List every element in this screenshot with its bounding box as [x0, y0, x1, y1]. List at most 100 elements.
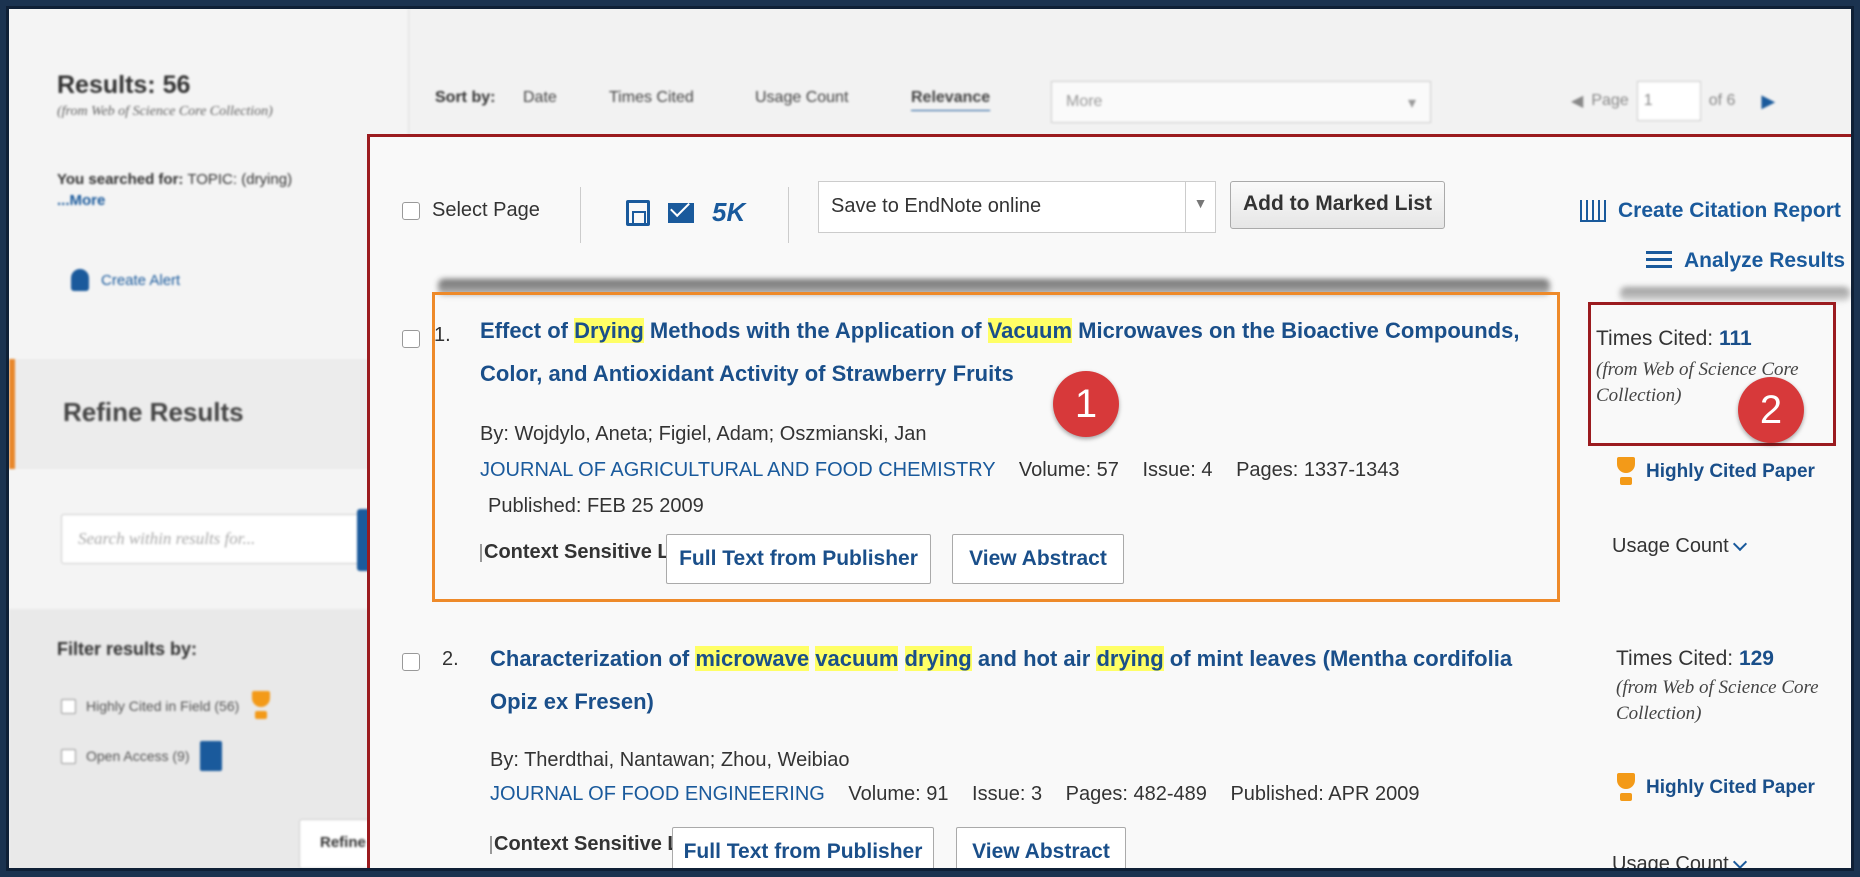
title-text: and hot air	[971, 646, 1097, 671]
prev-page-icon[interactable]: ◀	[1571, 91, 1583, 111]
record-source: JOURNAL OF FOOD ENGINEERING Volume: 91 I…	[490, 783, 1419, 806]
record-authors: By: Therdthai, Nantawan; Zhou, Weibiao	[490, 749, 850, 771]
full-text-button[interactable]: Full Text from Publisher	[666, 534, 931, 584]
searched-label: You searched for:	[57, 171, 184, 188]
highly-cited-label: Highly Cited Paper	[1646, 461, 1815, 482]
journal-link[interactable]: JOURNAL OF AGRICULTURAL AND FOOD CHEMIST…	[480, 459, 995, 481]
times-cited-source: (from Web of Science Core Collection)	[1616, 677, 1819, 724]
view-abstract-button[interactable]: View Abstract	[952, 534, 1124, 584]
highly-cited-paper[interactable]: Highly Cited Paper	[1614, 457, 1815, 487]
open-access-icon	[199, 741, 222, 771]
sort-bar: Sort by: Date Times Cited Usage Count Re…	[421, 71, 1851, 131]
trophy-icon	[1614, 773, 1638, 803]
record-volume: Volume: 91	[848, 783, 949, 805]
record-pages: Pages: 482-489	[1065, 783, 1207, 805]
create-alert-link[interactable]: Create Alert	[71, 269, 180, 291]
title-highlight: Vacuum	[987, 318, 1073, 343]
record-checkbox[interactable]	[402, 330, 420, 348]
record-title-link[interactable]: Characterization of microwave vacuum dry…	[490, 637, 1550, 723]
record-number: 1.	[434, 324, 451, 346]
filter-open-access[interactable]: Open Access (9)	[61, 741, 222, 771]
screenshot-frame: Results: 56 (from Web of Science Core Co…	[6, 6, 1854, 871]
page-input[interactable]: 1	[1636, 81, 1701, 121]
filter-checkbox[interactable]	[61, 698, 76, 714]
title-text	[898, 646, 904, 671]
filter-label: Highly Cited in Field (56)	[86, 698, 240, 714]
search-summary: You searched for: TOPIC: (drying) ...Mor…	[57, 171, 377, 209]
record-published: Published: FEB 25 2009	[488, 495, 704, 517]
next-page-icon[interactable]: ▶	[1761, 91, 1775, 112]
record-authors: By: Wojdylo, Aneta; Figiel, Adam; Oszmia…	[480, 423, 927, 445]
results-toolbar: Select Page 5K Save to EndNote online ▼ …	[370, 137, 1851, 272]
usage-count-toggle[interactable]: Usage Count	[1612, 853, 1747, 871]
list-icon	[1646, 251, 1672, 271]
title-text: Characterization of	[490, 646, 696, 671]
sort-more-select[interactable]: More ▾	[1051, 81, 1431, 123]
page-label: Page	[1591, 92, 1629, 109]
record-number: 2.	[442, 648, 459, 670]
select-page[interactable]: Select Page	[402, 199, 540, 222]
sort-date[interactable]: Date	[523, 89, 557, 107]
times-cited: Times Cited: 111	[1596, 327, 1752, 351]
analyze-results-link[interactable]: Analyze Results	[1646, 249, 1845, 273]
times-cited-count[interactable]: 111	[1719, 327, 1752, 350]
callout-badge: 2	[1738, 377, 1804, 443]
usage-count-label: Usage Count	[1612, 853, 1729, 871]
record-issue: Issue: 4	[1142, 459, 1213, 481]
add-to-marked-list-button[interactable]: Add to Marked List	[1230, 181, 1445, 229]
times-cited-label: Times Cited:	[1616, 647, 1734, 670]
bell-icon	[71, 269, 89, 291]
select-page-checkbox[interactable]	[402, 201, 420, 220]
times-cited-label: Times Cited:	[1596, 327, 1714, 350]
times-cited: Times Cited: 129	[1616, 647, 1774, 671]
title-text: Methods with the Application of	[643, 318, 988, 343]
highly-cited-paper[interactable]: Highly Cited Paper	[1614, 773, 1815, 803]
journal-link[interactable]: JOURNAL OF FOOD ENGINEERING	[490, 783, 825, 805]
sort-relevance[interactable]: Relevance	[911, 89, 990, 107]
caret-down-icon: ▾	[1407, 95, 1416, 112]
trophy-icon	[249, 691, 273, 721]
results-count: Results: 56	[57, 71, 191, 99]
filter-section: Filter results by: Highly Cited in Field…	[9, 609, 409, 868]
results-source: (from Web of Science Core Collection)	[57, 104, 273, 119]
full-text-button[interactable]: Full Text from Publisher	[672, 827, 934, 868]
sort-times-cited[interactable]: Times Cited	[609, 89, 694, 107]
save-to-label: Save to EndNote online	[831, 195, 1042, 217]
title-highlight: drying	[1096, 646, 1164, 671]
export-5k-button[interactable]: 5K	[712, 197, 745, 228]
usage-count-toggle[interactable]: Usage Count	[1612, 535, 1747, 558]
save-to-select[interactable]: Save to EndNote online ▼	[818, 181, 1216, 233]
filter-label: Open Access (9)	[86, 748, 190, 764]
print-icon[interactable]	[626, 199, 650, 226]
email-icon[interactable]	[668, 202, 694, 223]
broken-image-icon	[490, 835, 492, 854]
record-title-link[interactable]: Effect of Drying Methods with the Applic…	[480, 309, 1540, 395]
title-highlight: drying	[904, 646, 972, 671]
divider	[580, 187, 581, 243]
usage-count-label: Usage Count	[1612, 535, 1729, 557]
sort-usage-count[interactable]: Usage Count	[755, 89, 848, 107]
filter-checkbox[interactable]	[61, 748, 76, 764]
title-text: Effect of	[480, 318, 575, 343]
record-published: Published: APR 2009	[1230, 783, 1420, 805]
create-citation-report-link[interactable]: Create Citation Report	[1580, 199, 1841, 223]
record-checkbox[interactable]	[402, 653, 420, 671]
record-issue: Issue: 3	[972, 783, 1043, 805]
record-pages: Pages: 1337-1343	[1236, 459, 1400, 481]
citation-report-label: Create Citation Report	[1618, 199, 1841, 222]
results-panel: Select Page 5K Save to EndNote online ▼ …	[367, 134, 1851, 871]
times-cited-count[interactable]: 129	[1739, 647, 1774, 670]
trophy-icon	[1614, 457, 1638, 487]
caret-down-icon: ▼	[1185, 182, 1215, 232]
output-icons: 5K	[626, 197, 745, 228]
record-source: JOURNAL OF AGRICULTURAL AND FOOD CHEMIST…	[480, 459, 1400, 482]
searched-more-link[interactable]: ...More	[57, 192, 377, 209]
searched-query: TOPIC: (drying)	[187, 171, 293, 188]
filter-highly-cited[interactable]: Highly Cited in Field (56)	[61, 691, 273, 721]
record-volume: Volume: 57	[1018, 459, 1119, 481]
page-of: of 6	[1708, 92, 1736, 109]
select-page-label: Select Page	[432, 199, 540, 221]
refine-results-title: Refine Results	[63, 397, 244, 427]
search-within-input[interactable]: Search within results for...	[61, 514, 361, 564]
view-abstract-button[interactable]: View Abstract	[956, 827, 1126, 868]
